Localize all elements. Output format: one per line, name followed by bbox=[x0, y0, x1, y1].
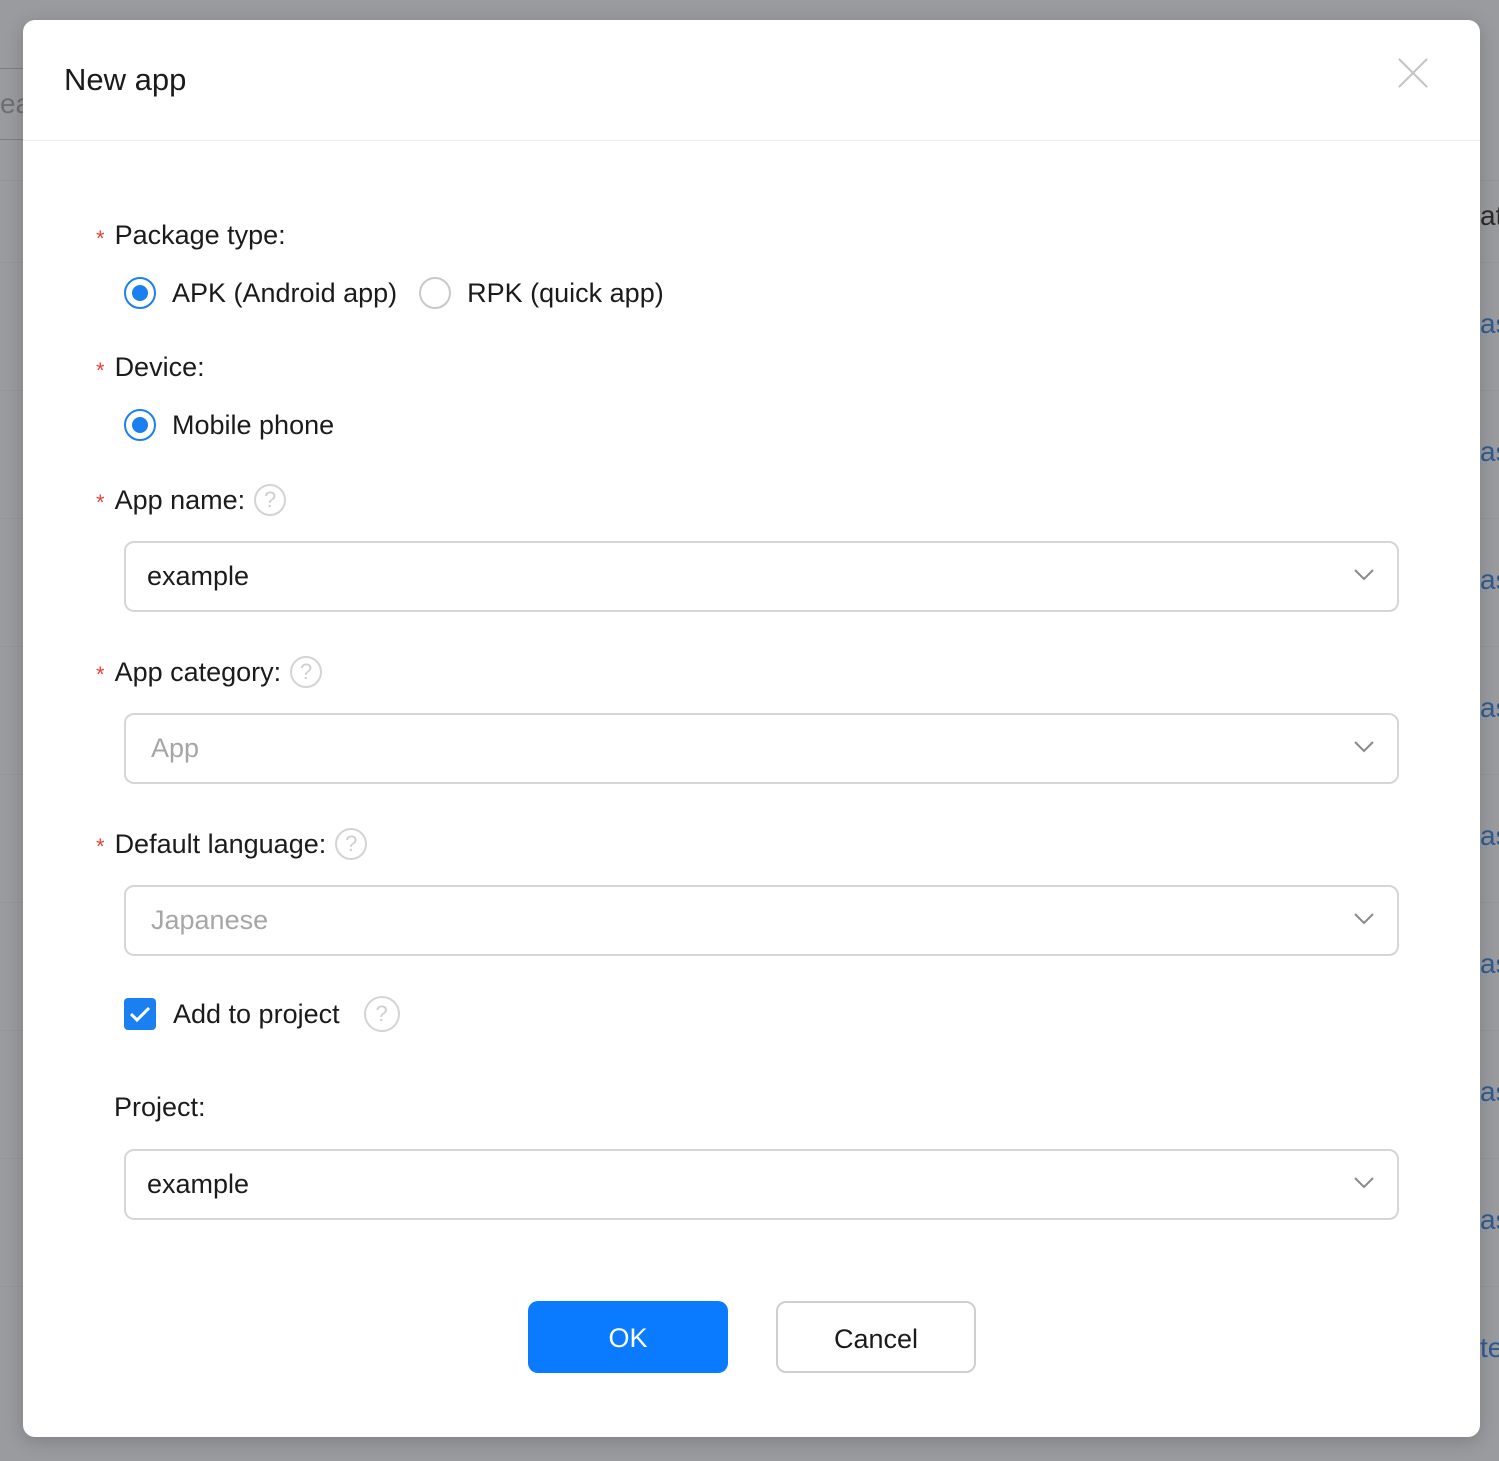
cancel-button[interactable]: Cancel bbox=[776, 1301, 976, 1373]
project-select[interactable]: example bbox=[124, 1149, 1399, 1220]
background-link: as bbox=[1480, 1204, 1499, 1235]
required-mark: * bbox=[96, 834, 105, 859]
ok-button[interactable]: OK bbox=[528, 1301, 728, 1373]
default-language-placeholder: Japanese bbox=[151, 905, 269, 935]
background-link: as bbox=[1480, 948, 1499, 979]
background-link: as bbox=[1480, 1076, 1499, 1107]
dialog-title: New app bbox=[64, 62, 187, 97]
project-value: example bbox=[147, 1169, 250, 1199]
close-icon[interactable] bbox=[1393, 53, 1433, 93]
background-link: as bbox=[1480, 692, 1499, 723]
app-category-placeholder: App bbox=[151, 733, 200, 763]
default-language-label-text: Default language: bbox=[114, 828, 327, 859]
default-language-select[interactable]: Japanese bbox=[124, 885, 1399, 956]
question-circle-icon[interactable]: ? bbox=[335, 828, 368, 860]
project-label: Project: bbox=[114, 1092, 206, 1123]
radio-mobile-phone[interactable]: Mobile phone bbox=[124, 409, 334, 441]
background-link: as bbox=[1480, 564, 1499, 595]
app-name-label: * App name: ? bbox=[96, 484, 287, 516]
package-type-label: * Package type: bbox=[96, 220, 286, 251]
question-circle-icon[interactable]: ? bbox=[254, 484, 287, 516]
radio-apk-label: APK (Android app) bbox=[172, 277, 398, 308]
checkmark-icon bbox=[129, 1006, 151, 1023]
device-label-text: Device: bbox=[114, 352, 205, 382]
app-name-label-text: App name: bbox=[114, 484, 246, 515]
required-mark: * bbox=[96, 662, 105, 687]
package-type-radio-group: APK (Android app) RPK (quick app) bbox=[124, 277, 686, 309]
app-name-select[interactable]: example bbox=[124, 541, 1399, 612]
chevron-down-icon bbox=[1354, 741, 1374, 753]
device-radio-group: Mobile phone bbox=[124, 409, 356, 441]
radio-rpk[interactable]: RPK (quick app) bbox=[419, 277, 664, 309]
default-language-label: * Default language: ? bbox=[96, 828, 368, 860]
app-category-select[interactable]: App bbox=[124, 713, 1399, 784]
background-link: as bbox=[1480, 820, 1499, 851]
required-mark: * bbox=[96, 490, 105, 515]
new-app-dialog: New app * Package type: APK (Android app… bbox=[23, 20, 1480, 1437]
chevron-down-icon bbox=[1354, 913, 1374, 925]
background-link: as bbox=[1480, 436, 1499, 467]
question-circle-icon[interactable]: ? bbox=[290, 656, 323, 688]
package-type-label-text: Package type: bbox=[114, 220, 286, 250]
radio-checked-icon[interactable] bbox=[124, 277, 156, 309]
device-label: * Device: bbox=[96, 352, 205, 383]
radio-mobile-phone-label: Mobile phone bbox=[172, 409, 335, 440]
radio-apk[interactable]: APK (Android app) bbox=[124, 277, 397, 309]
add-to-project-checkbox[interactable] bbox=[124, 998, 156, 1030]
chevron-down-icon bbox=[1354, 1177, 1374, 1189]
add-to-project-row: Add to project ? bbox=[124, 996, 400, 1032]
dialog-header: New app bbox=[23, 20, 1480, 141]
radio-unchecked-icon[interactable] bbox=[419, 277, 452, 309]
background-column-header: at bbox=[1480, 200, 1499, 231]
app-category-label-text: App category: bbox=[114, 656, 282, 687]
add-to-project-label: Add to project bbox=[173, 998, 340, 1029]
background-link: as bbox=[1480, 308, 1499, 339]
question-circle-icon[interactable]: ? bbox=[363, 996, 400, 1032]
radio-checked-icon[interactable] bbox=[124, 409, 156, 441]
project-label-text: Project: bbox=[114, 1092, 206, 1122]
radio-rpk-label: RPK (quick app) bbox=[467, 277, 664, 308]
app-category-label: * App category: ? bbox=[96, 656, 323, 688]
background-link: te bbox=[1480, 1332, 1499, 1363]
required-mark: * bbox=[96, 357, 105, 383]
chevron-down-icon bbox=[1354, 569, 1374, 581]
app-name-value: example bbox=[147, 561, 250, 591]
required-mark: * bbox=[96, 225, 105, 251]
